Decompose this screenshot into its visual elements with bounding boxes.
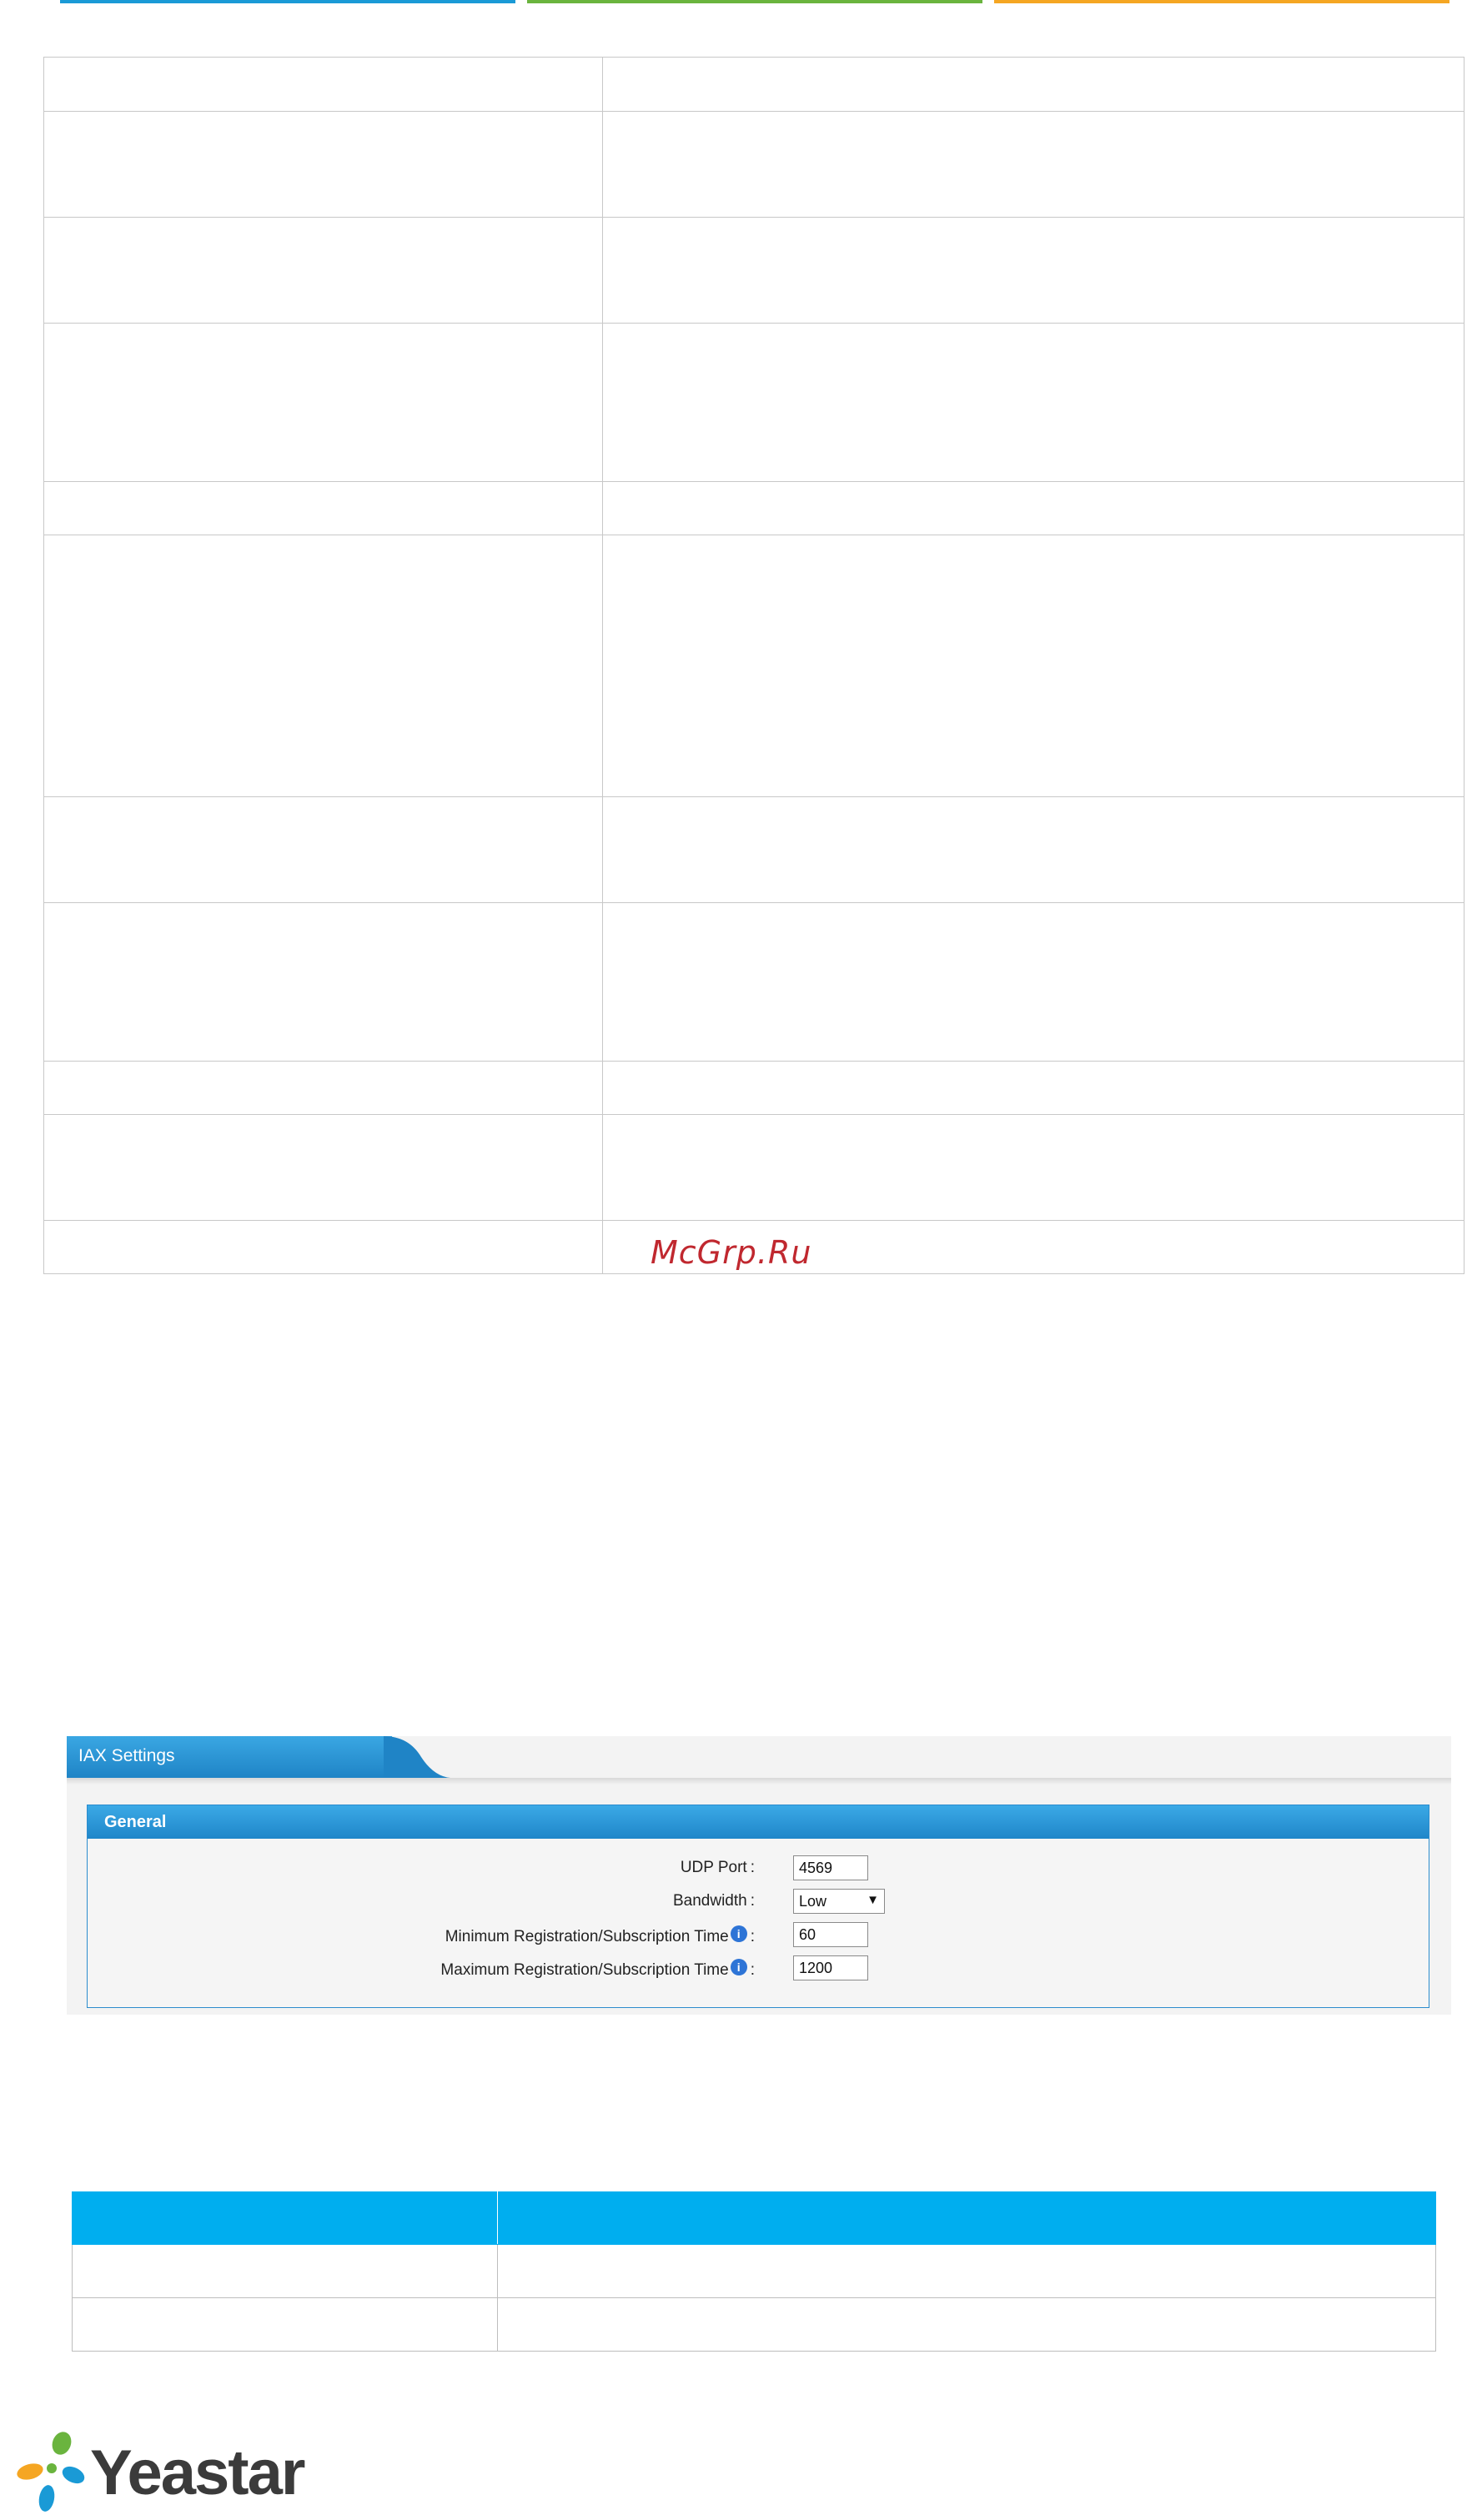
iax-settings-panel: IAX Settings General UDP Port: 4569 Band… — [67, 1736, 1451, 2015]
bandwidth-select[interactable]: Low ▼ — [793, 1889, 885, 1914]
yeastar-logo: Yeastar — [13, 2428, 305, 2515]
table-row — [72, 2298, 1436, 2352]
max-registration-label: Maximum Registration/Subscription Time i: — [440, 1959, 755, 1979]
tab-underline — [67, 1778, 1451, 1785]
udp-port-row: UDP Port: 4569 — [88, 1854, 1430, 1882]
general-section: General UDP Port: 4569 Bandwidth: Low ▼ … — [87, 1805, 1429, 2008]
udp-port-label: UDP Port: — [680, 1859, 755, 1876]
top-bar-green — [527, 0, 982, 3]
chevron-down-icon: ▼ — [867, 1893, 879, 1907]
table-row — [43, 57, 1464, 112]
table-row — [43, 1115, 1464, 1221]
table-row — [43, 797, 1464, 903]
table-row — [43, 112, 1464, 218]
info-icon[interactable]: i — [730, 1959, 747, 1975]
min-registration-row: Minimum Registration/Subscription Time i:… — [88, 1920, 1430, 1949]
table-row — [43, 903, 1464, 1062]
min-registration-input[interactable]: 60 — [793, 1922, 868, 1947]
min-registration-label: Minimum Registration/Subscription Time i: — [445, 1925, 755, 1945]
iax-settings-tab[interactable]: IAX Settings — [67, 1736, 392, 1778]
table-row — [72, 2245, 1436, 2298]
blue-header-table — [72, 2191, 1436, 2352]
section-title: General — [88, 1805, 1429, 1839]
max-registration-input[interactable]: 1200 — [793, 1955, 868, 1980]
max-registration-row: Maximum Registration/Subscription Time i:… — [88, 1954, 1430, 1982]
empty-parameter-table — [43, 57, 1464, 1274]
yeastar-logo-icon — [17, 2432, 85, 2512]
watermark: McGrp.Ru — [651, 1234, 812, 1271]
logo-text: Yeastar — [90, 2437, 305, 2508]
bandwidth-label: Bandwidth: — [672, 1892, 755, 1910]
table-row — [43, 482, 1464, 535]
tab-curve — [384, 1736, 450, 1778]
table-header-row — [72, 2191, 1436, 2245]
udp-port-input[interactable]: 4569 — [793, 1855, 868, 1880]
top-bar-blue — [60, 0, 515, 3]
bandwidth-row: Bandwidth: Low ▼ — [88, 1887, 1430, 1915]
top-bar-orange — [994, 0, 1449, 3]
table-row — [43, 535, 1464, 797]
table-row — [43, 1062, 1464, 1115]
table-row — [43, 324, 1464, 482]
table-row — [43, 218, 1464, 324]
info-icon[interactable]: i — [730, 1925, 747, 1942]
